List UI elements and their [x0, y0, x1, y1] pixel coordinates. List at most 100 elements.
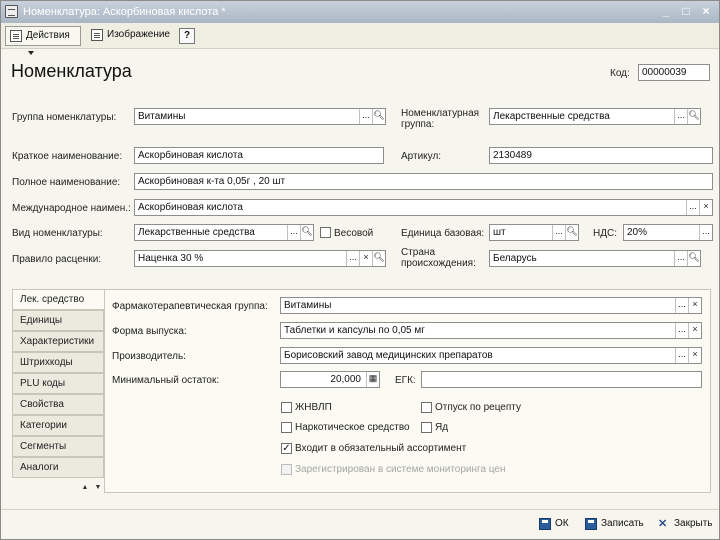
nom-group-label: Номенклатурная группа:: [401, 108, 480, 130]
intl-name-field[interactable]: Аскорбиновая кислота ... ×: [134, 199, 713, 216]
tab-analogs[interactable]: Аналоги: [12, 457, 104, 478]
clear-icon[interactable]: ×: [688, 298, 701, 313]
kind-label: Вид номенклатуры:: [12, 228, 103, 239]
code-field[interactable]: 00000039: [638, 64, 710, 81]
unit-field[interactable]: шт ... 🔍︎: [489, 224, 579, 241]
maximize-button[interactable]: □: [679, 3, 693, 19]
vat-value: 20%: [627, 227, 648, 238]
clear-icon[interactable]: ×: [359, 251, 372, 266]
ellipsis-icon[interactable]: ...: [287, 225, 300, 240]
ellipsis-icon[interactable]: ...: [674, 109, 687, 124]
page-title: Номенклатура: [11, 61, 132, 81]
tab-properties[interactable]: Свойства: [12, 394, 104, 415]
title-bar: Номенклатура: Аскорбиновая кислота * _ □…: [1, 1, 719, 23]
pricing-value: Наценка 30 %: [138, 253, 204, 264]
unit-value: шт: [493, 227, 506, 238]
ok-button[interactable]: ОК: [539, 515, 569, 533]
ellipsis-icon[interactable]: ...: [686, 200, 699, 215]
maker-field[interactable]: Борисовский завод медицинских препаратов…: [280, 347, 702, 364]
actions-label: Действия: [26, 30, 70, 41]
search-icon[interactable]: 🔍︎: [565, 225, 578, 240]
window-app-icon: [5, 5, 18, 18]
country-label: Страна происхождения:: [401, 247, 476, 269]
monitoring-label: Зарегистрирован в системе мониторинга це…: [295, 464, 506, 475]
nom-group-field[interactable]: Лекарственные средства ... 🔍︎: [489, 108, 701, 125]
monitoring-checkbox: [281, 464, 292, 475]
ellipsis-icon[interactable]: ...: [346, 251, 359, 266]
short-name-label: Краткое наименование:: [12, 151, 123, 162]
actions-menu-button[interactable]: Действия: [5, 26, 81, 56]
clear-icon[interactable]: ×: [688, 323, 701, 338]
maker-value: Борисовский завод медицинских препаратов: [284, 350, 493, 361]
help-button[interactable]: ?: [179, 28, 195, 44]
article-field[interactable]: 2130489: [489, 147, 713, 164]
egk-label: ЕГК:: [395, 375, 416, 386]
prescription-checkbox[interactable]: [421, 402, 432, 413]
tab-barcodes[interactable]: Штрихкоды: [12, 352, 104, 373]
pharm-group-label: Фармакотерапевтическая группа:: [112, 301, 268, 312]
search-icon[interactable]: 🔍︎: [687, 251, 700, 266]
article-label: Артикул:: [401, 151, 442, 162]
image-button[interactable]: Изображение: [87, 26, 177, 46]
clear-icon[interactable]: ×: [699, 200, 712, 215]
image-label: Изображение: [107, 29, 170, 40]
weight-label: Весовой: [334, 228, 374, 239]
weight-checkbox[interactable]: [320, 227, 331, 238]
tab-units[interactable]: Единицы: [12, 310, 104, 331]
mandatory-checkbox[interactable]: ✓: [281, 443, 292, 454]
full-name-field[interactable]: Аскорбиновая к-та 0,05г , 20 шт: [134, 173, 713, 190]
full-name-label: Полное наименование:: [12, 177, 121, 188]
tab-scroll-down-icon[interactable]: ▼: [92, 482, 104, 494]
minimize-button[interactable]: _: [659, 3, 673, 19]
jnvlp-checkbox[interactable]: [281, 402, 292, 413]
code-label: Код:: [610, 68, 630, 79]
narcotic-checkbox[interactable]: [281, 422, 292, 433]
poison-label: Яд: [435, 422, 449, 433]
close-button[interactable]: ✕ Закрыть: [658, 515, 713, 533]
calculator-icon[interactable]: ▦: [366, 372, 379, 387]
search-icon[interactable]: 🔍︎: [687, 109, 700, 124]
ellipsis-icon[interactable]: ...: [359, 109, 372, 124]
short-name-field[interactable]: Аскорбиновая кислота: [134, 147, 384, 164]
close-window-button[interactable]: ×: [699, 3, 713, 19]
tab-categories[interactable]: Категории: [12, 415, 104, 436]
tab-plu-codes[interactable]: PLU коды: [12, 373, 104, 394]
tab-segments[interactable]: Сегменты: [12, 436, 104, 457]
jnvlp-label: ЖНВЛП: [295, 402, 332, 413]
save-label: Записать: [601, 518, 644, 529]
search-icon[interactable]: 🔍︎: [300, 225, 313, 240]
country-field[interactable]: Беларусь ... 🔍︎: [489, 250, 701, 267]
maker-label: Производитель:: [112, 351, 186, 362]
kind-value: Лекарственные средства: [138, 227, 255, 238]
clear-icon[interactable]: ×: [688, 348, 701, 363]
unit-label: Единица базовая:: [401, 228, 485, 239]
poison-checkbox[interactable]: [421, 422, 432, 433]
tab-drug[interactable]: Лек. средство: [12, 289, 105, 310]
group-field[interactable]: Витамины ... 🔍︎: [134, 108, 386, 125]
floppy-icon: [585, 518, 597, 530]
save-button[interactable]: Записать: [585, 515, 644, 533]
ellipsis-icon[interactable]: ...: [674, 251, 687, 266]
pharm-group-value: Витамины: [284, 300, 332, 311]
ellipsis-icon[interactable]: ...: [675, 323, 688, 338]
kind-field[interactable]: Лекарственные средства ... 🔍︎: [134, 224, 314, 241]
tab-scroll-up-icon[interactable]: ▲: [79, 482, 91, 494]
egk-field[interactable]: [421, 371, 702, 388]
form-value: Таблетки и капсулы по 0,05 мг: [284, 325, 425, 336]
form-field[interactable]: Таблетки и капсулы по 0,05 мг ... ×: [280, 322, 702, 339]
pharm-group-field[interactable]: Витамины ... ×: [280, 297, 702, 314]
bottom-divider: [1, 509, 719, 510]
search-icon[interactable]: 🔍︎: [372, 251, 385, 266]
intl-name-value: Аскорбиновая кислота: [138, 202, 243, 213]
ellipsis-icon[interactable]: ...: [552, 225, 565, 240]
ellipsis-icon[interactable]: ...: [699, 225, 712, 240]
pricing-field[interactable]: Наценка 30 % ... × 🔍︎: [134, 250, 386, 267]
vat-field[interactable]: 20% ...: [623, 224, 713, 241]
tab-characteristics[interactable]: Характеристики: [12, 331, 104, 352]
ellipsis-icon[interactable]: ...: [675, 348, 688, 363]
min-stock-field[interactable]: 20,000 ▦: [280, 371, 380, 388]
ellipsis-icon[interactable]: ...: [675, 298, 688, 313]
window-title: Номенклатура: Аскорбиновая кислота *: [23, 6, 226, 18]
vat-label: НДС:: [593, 228, 617, 239]
search-icon[interactable]: 🔍︎: [372, 109, 385, 124]
